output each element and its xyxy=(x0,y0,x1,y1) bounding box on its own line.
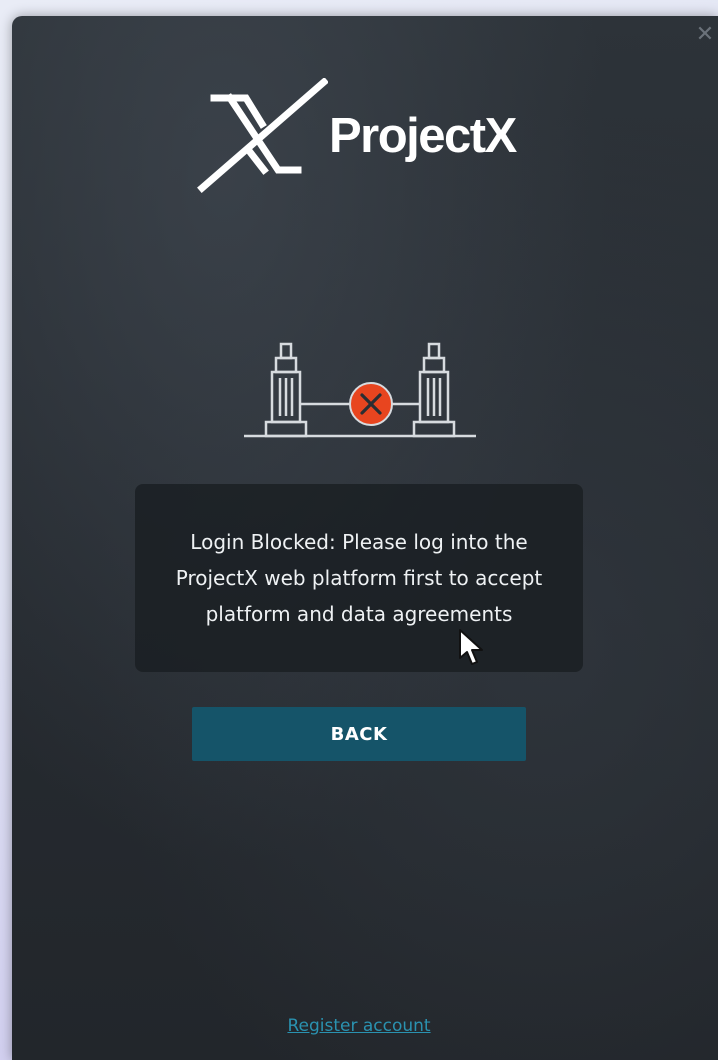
logo-text: ProjectX xyxy=(329,109,517,163)
connection-blocked-icon xyxy=(244,342,476,438)
login-window: ✕ ProjectX Login Blocked: Please log int… xyxy=(12,16,718,1060)
register-account-link[interactable]: Register account xyxy=(12,1016,706,1036)
close-icon[interactable]: ✕ xyxy=(694,24,716,46)
error-message: Login Blocked: Please log into the Proje… xyxy=(175,530,543,626)
error-message-box: Login Blocked: Please log into the Proje… xyxy=(135,484,583,672)
back-button[interactable]: BACK xyxy=(192,707,526,761)
projectx-logo: ProjectX xyxy=(188,78,548,196)
projectx-logo-icon xyxy=(197,78,328,193)
mouse-cursor-icon xyxy=(459,629,483,665)
